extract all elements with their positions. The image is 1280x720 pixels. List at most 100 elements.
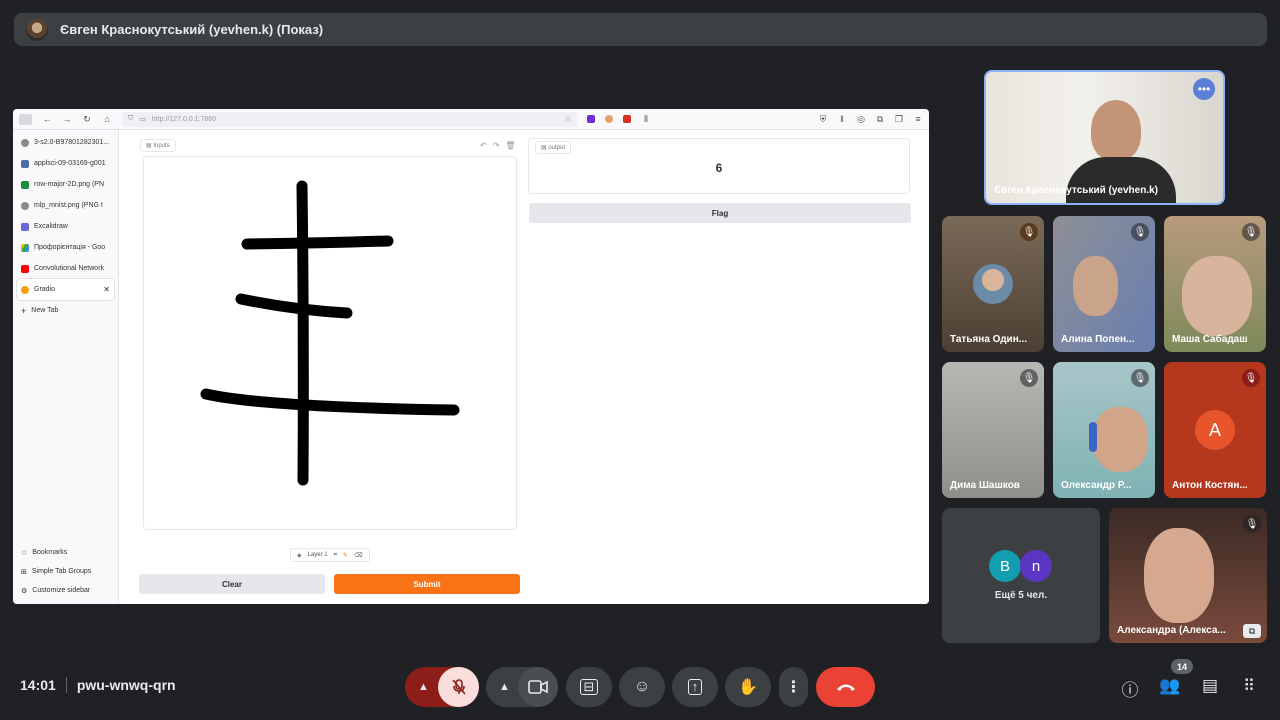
sidebar-tab[interactable]: mlp_mnist.png (PNG I [13, 195, 118, 216]
participant-tile[interactable]: 🎙 Маша Сабадаш [1164, 216, 1266, 352]
participant-tile-presenter[interactable]: ••• Євген Краснокутський (yevhen.k) [984, 70, 1225, 205]
more-participants-tile[interactable]: B n Ещё 5 чел. [942, 508, 1100, 643]
globe-icon [21, 138, 29, 147]
sketch-canvas[interactable] [143, 156, 517, 530]
copy-icon[interactable]: ❐ [894, 114, 904, 125]
back-icon[interactable]: ← [42, 114, 52, 124]
customize-sidebar-button[interactable]: ⚙ Customize sidebar [13, 581, 118, 600]
close-icon[interactable]: ✕ [103, 285, 110, 294]
eraser-icon[interactable]: ⌫ [354, 552, 362, 559]
captions-button[interactable]: ⊟ [566, 667, 612, 707]
participant-video [1093, 407, 1148, 472]
chevron-up-icon[interactable]: ▲ [418, 681, 429, 693]
youtube-icon [21, 264, 29, 273]
clear-button[interactable]: Clear [139, 574, 325, 594]
ublock-icon[interactable] [623, 115, 631, 123]
inputs-label: ▤ Inputs [140, 139, 176, 152]
browser-sidebar: 3-s2.0-B97801282301... applsci-09-03169-… [13, 130, 119, 604]
excalidraw-icon [21, 222, 29, 231]
participant-name: Дима Шашков [950, 480, 1020, 491]
participant-tile[interactable]: 🎙 Дима Шашков [942, 362, 1044, 498]
globe-icon [21, 201, 29, 210]
chat-icon: ▤ [1201, 676, 1219, 695]
redo-icon[interactable]: ↷ [493, 141, 500, 150]
avatar: A [1195, 410, 1235, 450]
participant-tile[interactable]: 🎙 ⧉ Александра (Алекса... [1109, 508, 1267, 643]
mic-off-icon: 🎙 [1020, 223, 1038, 241]
mic-off-icon [451, 679, 466, 695]
layers-icon: ◈ [297, 552, 302, 559]
trash-icon[interactable]: 🗑 [505, 141, 515, 150]
emoji-icon: ☺ [633, 678, 651, 695]
sidebar-tab[interactable]: applsci-09-03169-g001 [13, 153, 118, 174]
browser-toolbar: ← → ↻ ⌂ ⛉ ▭ http://127.0.0.1:7860 ☆ ⦀ ⛨ … [13, 109, 929, 130]
sidebar-toggle-icon[interactable] [19, 113, 32, 125]
library-icon[interactable]: ‖ [837, 114, 847, 124]
meeting-details-button[interactable]: ⓘ [1119, 676, 1141, 701]
bookmarks-button[interactable]: ☆ Bookmarks [13, 543, 118, 562]
mic-off-icon: 🎙 [1131, 369, 1149, 387]
apps-grid-icon: ⠿ [1243, 678, 1255, 695]
participant-tile[interactable]: 🎙 Татьяна Один... [942, 216, 1044, 352]
info-icon: ⓘ [1121, 681, 1139, 700]
bookmark-star-icon[interactable]: ☆ [565, 115, 571, 123]
raise-hand-button[interactable]: ✋ [725, 667, 771, 707]
sidebar-tab-active[interactable]: Gradio ✕ [17, 279, 114, 300]
activities-button[interactable]: ⠿ [1238, 676, 1260, 696]
sidebar-tab[interactable]: Профорієнтація - Goo [13, 237, 118, 258]
extensions-icon[interactable]: ⧉ [875, 114, 885, 125]
flag-button[interactable]: Flag [529, 203, 911, 223]
camera-button[interactable] [518, 667, 558, 707]
url-bar[interactable]: ⛉ ▭ http://127.0.0.1:7860 ☆ [122, 111, 577, 127]
new-tab-button[interactable]: + New Tab [13, 300, 118, 321]
leave-call-button[interactable] [816, 667, 875, 707]
reactions-button[interactable]: ☺ [619, 667, 665, 707]
more-options-icon[interactable]: ••• [1193, 78, 1215, 100]
menu-icon[interactable]: ≡ [913, 114, 923, 124]
participant-tile[interactable]: A 🎙 Антон Костян... [1164, 362, 1266, 498]
gear-icon: ⚙ [21, 587, 28, 595]
layer-selector[interactable]: ◈ Layer 1 ⌗ ✎ ⌫ [290, 548, 370, 562]
undo-icon[interactable]: ↶ [480, 141, 487, 150]
sidebar-tab[interactable]: Convolutional Network [13, 258, 118, 279]
page-icon: ▭ [139, 116, 146, 123]
camera-icon [528, 680, 548, 694]
chat-button[interactable]: ▤ [1199, 676, 1221, 696]
bottom-stroke [200, 388, 460, 416]
meeting-code: pwu-wnwq-qrn [76, 677, 176, 693]
gradio-icon [21, 285, 29, 294]
tab-groups-button[interactable]: ⊞ Simple Tab Groups [13, 562, 118, 581]
chevron-up-icon[interactable]: ▲ [499, 681, 510, 693]
mic-off-icon: 🎙 [1242, 223, 1260, 241]
crop-icon[interactable]: ⌗ [334, 552, 337, 559]
mic-off-button[interactable] [438, 667, 479, 707]
submit-button[interactable]: Submit [334, 574, 520, 594]
more-vert-icon: ⋮ [785, 679, 802, 696]
participant-tile[interactable]: 🎙 Алина Попен... [1053, 216, 1155, 352]
participant-tile[interactable]: 🎙 Олександр Р... [1053, 362, 1155, 498]
sidebar-tab[interactable]: row-major-2D.png (PN [13, 174, 118, 195]
shield-icon: ⛉ [128, 115, 134, 122]
reload-icon[interactable]: ↻ [82, 114, 92, 125]
participant-name: Алина Попен... [1061, 334, 1135, 345]
present-button[interactable]: ↑ [672, 667, 718, 707]
sidebar-tab[interactable]: Excalidraw [13, 216, 118, 237]
pip-icon[interactable]: ⧉ [1243, 624, 1261, 638]
more-participants-label: Ещё 5 чел. [994, 590, 1048, 601]
barcode-icon[interactable]: ⦀ [641, 114, 651, 125]
sidebar-tab[interactable]: 3-s2.0-B97801282301... [13, 132, 118, 153]
pocket-icon[interactable]: ⛨ [818, 114, 828, 125]
more-options-button[interactable]: ⋮ [779, 667, 808, 707]
divider [65, 677, 67, 693]
extension-icon[interactable] [605, 115, 613, 123]
top-stroke [241, 235, 394, 250]
people-button[interactable]: 👥 [1159, 676, 1181, 696]
brush-icon[interactable]: ✎ [343, 552, 348, 559]
url-text: http://127.0.0.1:7860 [151, 115, 217, 123]
forward-icon[interactable]: → [62, 114, 72, 124]
extension-icon[interactable] [587, 115, 595, 123]
grid-icon: ⊞ [21, 568, 27, 576]
home-icon[interactable]: ⌂ [102, 114, 112, 124]
account-icon[interactable]: ◎ [856, 114, 866, 125]
avatar [973, 264, 1013, 304]
